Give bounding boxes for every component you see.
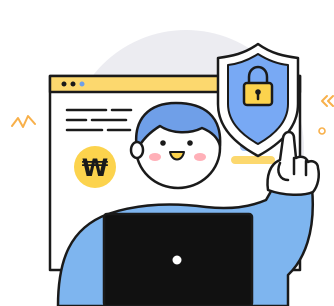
laptop-logo-icon xyxy=(172,255,182,265)
chevrons-right-icon xyxy=(321,95,334,107)
person-blush xyxy=(194,153,206,161)
squiggle-left-icon xyxy=(11,115,36,128)
security-illustration: ₩ xyxy=(0,0,334,306)
laptop-icon xyxy=(102,212,254,306)
window-dot-icon xyxy=(79,81,85,87)
person-mouth xyxy=(169,151,185,161)
window-dot-icon xyxy=(61,81,67,87)
decor-dot-icon xyxy=(318,127,326,135)
person-eye xyxy=(187,140,193,146)
window-dot-icon xyxy=(70,81,76,87)
won-coin-symbol: ₩ xyxy=(82,154,109,182)
person-ear xyxy=(129,140,145,160)
person-blush xyxy=(149,153,161,161)
person-eye xyxy=(160,140,166,146)
pill-orange xyxy=(231,156,275,164)
